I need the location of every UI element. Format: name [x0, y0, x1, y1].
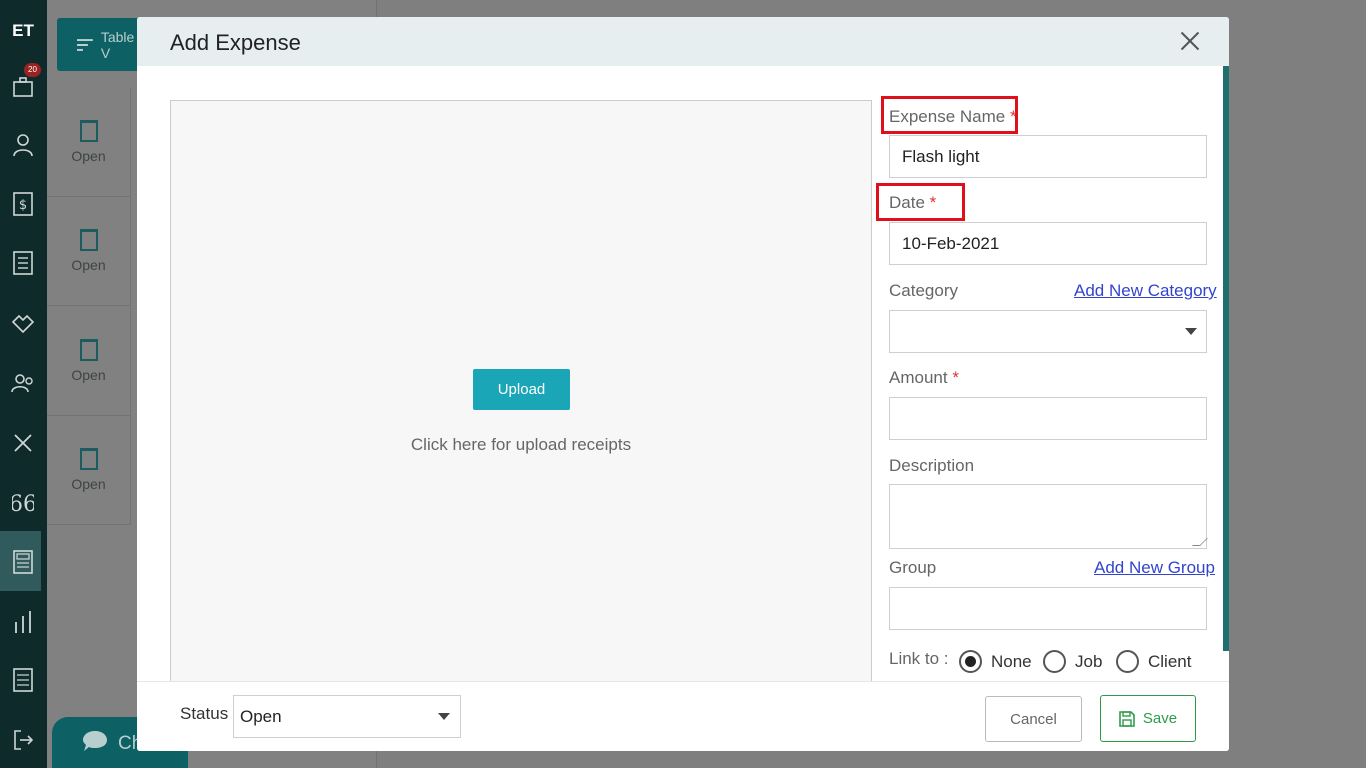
category-select[interactable]: [889, 310, 1207, 353]
svg-text:66: 66: [12, 492, 34, 514]
close-icon[interactable]: [1177, 28, 1203, 54]
user-icon[interactable]: [8, 130, 38, 160]
link-client-radio[interactable]: [1116, 650, 1139, 673]
chevron-down-icon: [1185, 328, 1197, 335]
link-job-radio[interactable]: [1043, 650, 1066, 673]
amount-field[interactable]: [889, 397, 1207, 440]
save-label: Save: [1142, 710, 1178, 727]
status-select[interactable]: Open: [233, 695, 461, 738]
add-expense-dialog: Add Expense Upload Click here for upload…: [137, 17, 1229, 751]
sidebar: ET 20 $ 66: [0, 0, 47, 768]
reports-icon[interactable]: [8, 607, 38, 637]
dialog-footer: Status Open Cancel Save: [137, 681, 1229, 751]
table-view-button[interactable]: Table V: [57, 18, 147, 71]
chevron-down-icon: [438, 713, 450, 720]
app-logo: ET: [12, 21, 34, 40]
cancel-button[interactable]: Cancel: [985, 696, 1082, 742]
settings-sliders-icon[interactable]: [8, 665, 38, 695]
tools-icon[interactable]: [8, 428, 38, 458]
chat-bubble-icon: [83, 731, 107, 751]
svg-text:$: $: [19, 198, 27, 213]
upload-hint: Click here for upload receipts: [410, 435, 632, 454]
date-field[interactable]: 10-Feb-2021: [889, 222, 1207, 265]
calculator-icon[interactable]: [8, 547, 38, 577]
list-item[interactable]: Open: [47, 307, 131, 416]
link-none-label: None: [991, 652, 1032, 671]
amount-label: Amount *: [889, 368, 959, 387]
resize-handle-icon[interactable]: [1192, 538, 1208, 546]
row-status: Open: [71, 148, 106, 164]
receipt-icon: [79, 229, 98, 251]
add-new-group-link[interactable]: Add New Group: [1094, 558, 1215, 578]
floppy-disk-icon: [1119, 710, 1135, 727]
dialog-header: Add Expense: [137, 17, 1229, 66]
list-icon[interactable]: [8, 248, 38, 278]
scrollbar[interactable]: [1223, 66, 1229, 651]
expense-name-label: Expense Name *: [889, 107, 1017, 126]
group-field[interactable]: [889, 587, 1207, 630]
receipt-upload-area[interactable]: Upload Click here for upload receipts: [170, 100, 872, 700]
receipt-icon: [79, 448, 98, 470]
link-job-label: Job: [1075, 652, 1103, 671]
row-status: Open: [71, 476, 106, 492]
expense-name-field[interactable]: Flash light: [889, 135, 1207, 178]
list-item[interactable]: Open: [47, 416, 131, 525]
dialog-title: Add Expense: [170, 30, 301, 55]
sort-icon: [77, 38, 93, 51]
upload-button[interactable]: Upload: [473, 369, 570, 410]
link-to-label: Link to :: [889, 649, 949, 668]
status-label: Status: [180, 704, 229, 723]
link-none-radio[interactable]: [959, 650, 982, 673]
notification-badge: 20: [24, 63, 41, 77]
category-label: Category: [889, 281, 958, 300]
dollar-icon[interactable]: $: [8, 189, 38, 219]
list-item[interactable]: Open: [47, 88, 131, 197]
date-label: Date *: [889, 193, 937, 212]
quote-icon[interactable]: 66: [8, 488, 38, 518]
receipt-icon: [79, 120, 98, 142]
logout-icon[interactable]: [8, 725, 38, 755]
add-new-category-link[interactable]: Add New Category: [1074, 281, 1217, 301]
row-status: Open: [71, 367, 106, 383]
receipt-icon: [79, 339, 98, 361]
team-icon[interactable]: [8, 368, 38, 398]
row-status: Open: [71, 257, 106, 273]
link-client-label: Client: [1148, 652, 1192, 671]
group-label: Group: [889, 558, 937, 577]
handshake-icon[interactable]: [8, 308, 38, 338]
description-label: Description: [889, 456, 975, 475]
list-item[interactable]: Open: [47, 197, 131, 306]
save-button[interactable]: Save: [1100, 695, 1196, 742]
description-field[interactable]: [889, 484, 1208, 549]
